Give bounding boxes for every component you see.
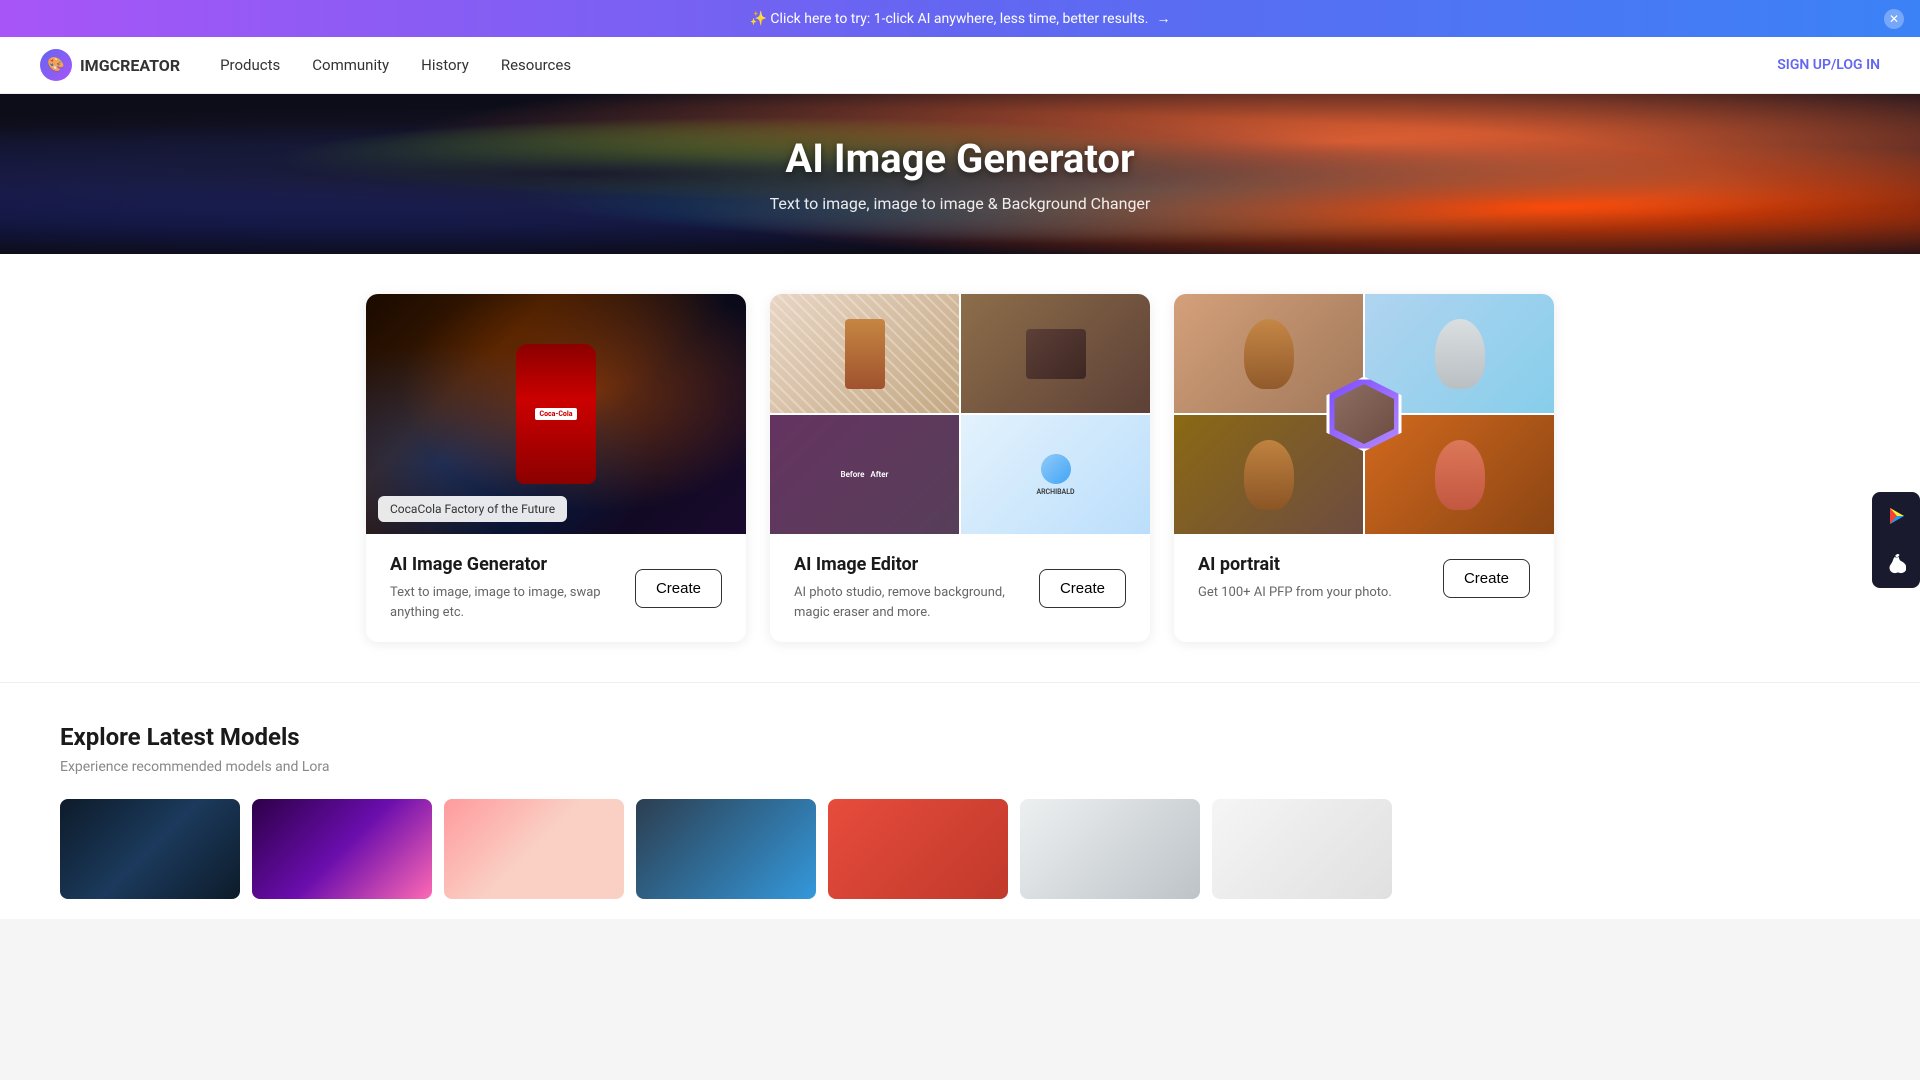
apple-icon (1886, 554, 1906, 574)
card-portrait-title: AI portrait (1198, 554, 1427, 575)
coke-bottle-graphic: Coca-Cola (516, 344, 596, 484)
signin-button[interactable]: SIGN UP/LOG IN (1777, 57, 1880, 73)
google-play-icon (1886, 506, 1906, 526)
hero-title: AI Image Generator (770, 135, 1151, 182)
hero-text-block: AI Image Generator Text to image, image … (770, 135, 1151, 213)
card-ai-image-editor: Before After ARCHIBALD AI Image Editor A… (770, 294, 1150, 642)
card-editor-create-button[interactable]: Create (1039, 569, 1126, 608)
explore-subtitle: Experience recommended models and Lora (60, 759, 1860, 775)
card-generator-desc: Text to image, image to image, swap anyt… (390, 583, 619, 622)
nav-menu: Products Community History Resources (220, 56, 1737, 74)
hero-subtitle: Text to image, image to image & Backgrou… (770, 194, 1151, 213)
card-ai-portrait: AI portrait Get 100+ AI PFP from your ph… (1174, 294, 1554, 642)
card-generator-image: Coca-Cola CocaCola Factory of the Future (366, 294, 746, 534)
card-editor-image: Before After ARCHIBALD (770, 294, 1150, 534)
card-editor-title: AI Image Editor (794, 554, 1023, 575)
explore-thumb-7[interactable] (1212, 799, 1392, 899)
explore-thumb-1[interactable] (60, 799, 240, 899)
google-play-button[interactable] (1872, 492, 1920, 540)
logo[interactable]: 🎨 IMGCREATOR (40, 49, 180, 81)
logo-icon: 🎨 (40, 49, 72, 81)
banner-arrow: → (1156, 10, 1170, 27)
app-store-sidebar (1872, 492, 1920, 588)
nav-item-products[interactable]: Products (220, 56, 280, 74)
explore-thumb-3[interactable] (444, 799, 624, 899)
card-portrait-create-button[interactable]: Create (1443, 559, 1530, 598)
nav-item-history[interactable]: History (421, 56, 469, 74)
explore-grid (60, 799, 1860, 899)
card-portrait-image (1174, 294, 1554, 534)
explore-thumb-6[interactable] (1020, 799, 1200, 899)
card-ai-image-generator: Coca-Cola CocaCola Factory of the Future… (366, 294, 746, 642)
apple-store-button[interactable] (1872, 540, 1920, 588)
banner-text: ✨ Click here to try: 1-click AI anywhere… (750, 11, 1149, 27)
card-portrait-desc: Get 100+ AI PFP from your photo. (1198, 583, 1427, 603)
hero-banner: AI Image Generator Text to image, image … (0, 94, 1920, 254)
explore-thumb-5[interactable] (828, 799, 1008, 899)
explore-title: Explore Latest Models (60, 723, 1860, 751)
explore-section: Explore Latest Models Experience recomme… (0, 682, 1920, 919)
card-generator-create-button[interactable]: Create (635, 569, 722, 608)
top-banner[interactable]: ✨ Click here to try: 1-click AI anywhere… (0, 0, 1920, 37)
navbar: 🎨 IMGCREATOR Products Community History … (0, 37, 1920, 94)
explore-thumb-4[interactable] (636, 799, 816, 899)
cards-section: Coca-Cola CocaCola Factory of the Future… (0, 254, 1920, 682)
card-generator-title: AI Image Generator (390, 554, 619, 575)
image-caption: CocaCola Factory of the Future (378, 496, 567, 522)
card-editor-desc: AI photo studio, remove background, magi… (794, 583, 1023, 622)
nav-item-community[interactable]: Community (312, 56, 389, 74)
portrait-hex (1327, 377, 1402, 452)
logo-text: IMGCREATOR (80, 56, 180, 75)
nav-item-resources[interactable]: Resources (501, 56, 571, 74)
banner-close-button[interactable]: ✕ (1884, 9, 1904, 29)
explore-thumb-2[interactable] (252, 799, 432, 899)
